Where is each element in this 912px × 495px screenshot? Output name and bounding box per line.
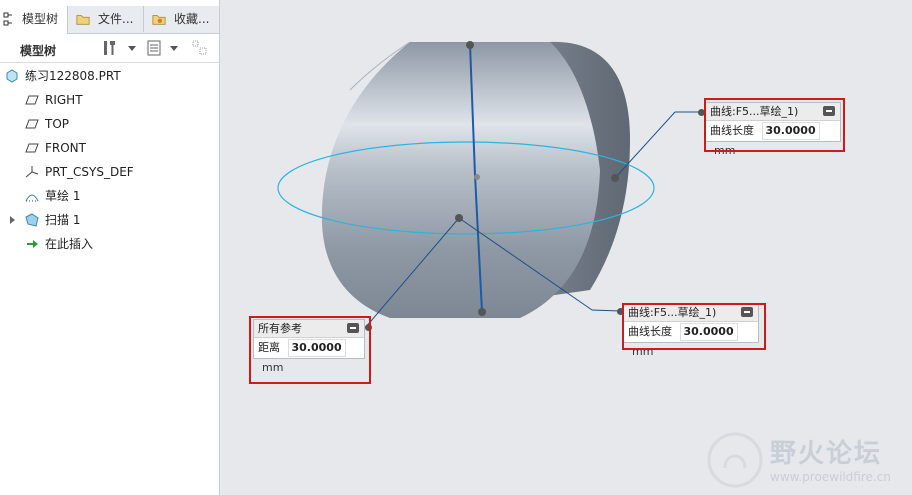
csys-icon	[25, 166, 39, 178]
tab-favorites[interactable]: 收藏...	[144, 6, 219, 32]
tab-file-browser[interactable]: 文件...	[68, 6, 144, 32]
tree-item-label: TOP	[45, 117, 70, 131]
tree-item-label: 练习122808.PRT	[25, 69, 121, 83]
tree-title: 模型树	[20, 44, 57, 58]
settings-tools-icon[interactable]	[102, 40, 118, 56]
model-tree-icon	[3, 12, 12, 26]
sweep-icon	[25, 213, 39, 227]
datum-plane-icon	[25, 119, 39, 129]
folder-icon	[76, 15, 90, 25]
watermark-logo-icon	[707, 432, 763, 488]
settings-dropdown-arrow[interactable]	[128, 46, 136, 51]
tree-item-label: 在此插入	[45, 237, 94, 251]
curve-point[interactable]	[611, 174, 619, 182]
tree-toolbar: 模型树	[0, 34, 219, 63]
tab-label: 模型树	[22, 12, 59, 26]
model-tree-panel: 模型树 文件... 收藏... 模型树 练习122808.PRT RIGHT T…	[0, 0, 220, 495]
navigator-tabs: 模型树 文件... 收藏...	[0, 6, 219, 34]
watermark-text: 野火论坛	[770, 439, 883, 469]
highlight-box	[622, 303, 766, 350]
expand-arrow-icon[interactable]	[9, 215, 17, 225]
tab-label: 收藏...	[174, 12, 210, 26]
curve-point[interactable]	[466, 41, 474, 49]
tree-item-label: 扫描 1	[45, 213, 81, 227]
favorites-icon	[152, 15, 166, 25]
filter-icon[interactable]	[192, 40, 208, 56]
reference-point[interactable]	[455, 214, 463, 222]
tree-item-label: 草绘 1	[45, 189, 81, 203]
tree-item-label: RIGHT	[45, 93, 83, 107]
datum-plane-icon	[25, 95, 39, 105]
tab-label: 文件...	[98, 12, 134, 26]
model-body	[321, 42, 600, 318]
highlight-box	[704, 98, 845, 152]
sketch-icon	[25, 194, 39, 202]
watermark-url: www.proewildfire.cn	[770, 470, 891, 484]
curve-point[interactable]	[478, 308, 486, 316]
show-dropdown-arrow[interactable]	[170, 46, 178, 51]
part-icon	[6, 69, 18, 83]
show-options-icon[interactable]	[146, 40, 162, 56]
datum-plane-icon	[25, 143, 39, 153]
center-point	[474, 174, 480, 180]
graphics-viewport[interactable]	[220, 0, 912, 495]
tree-item-label: FRONT	[45, 141, 86, 155]
insert-arrow-icon	[27, 240, 38, 248]
model-render	[277, 41, 700, 329]
tab-model-tree[interactable]: 模型树	[0, 6, 68, 34]
tree-item-label: PRT_CSYS_DEF	[45, 165, 134, 179]
highlight-box	[249, 316, 371, 384]
